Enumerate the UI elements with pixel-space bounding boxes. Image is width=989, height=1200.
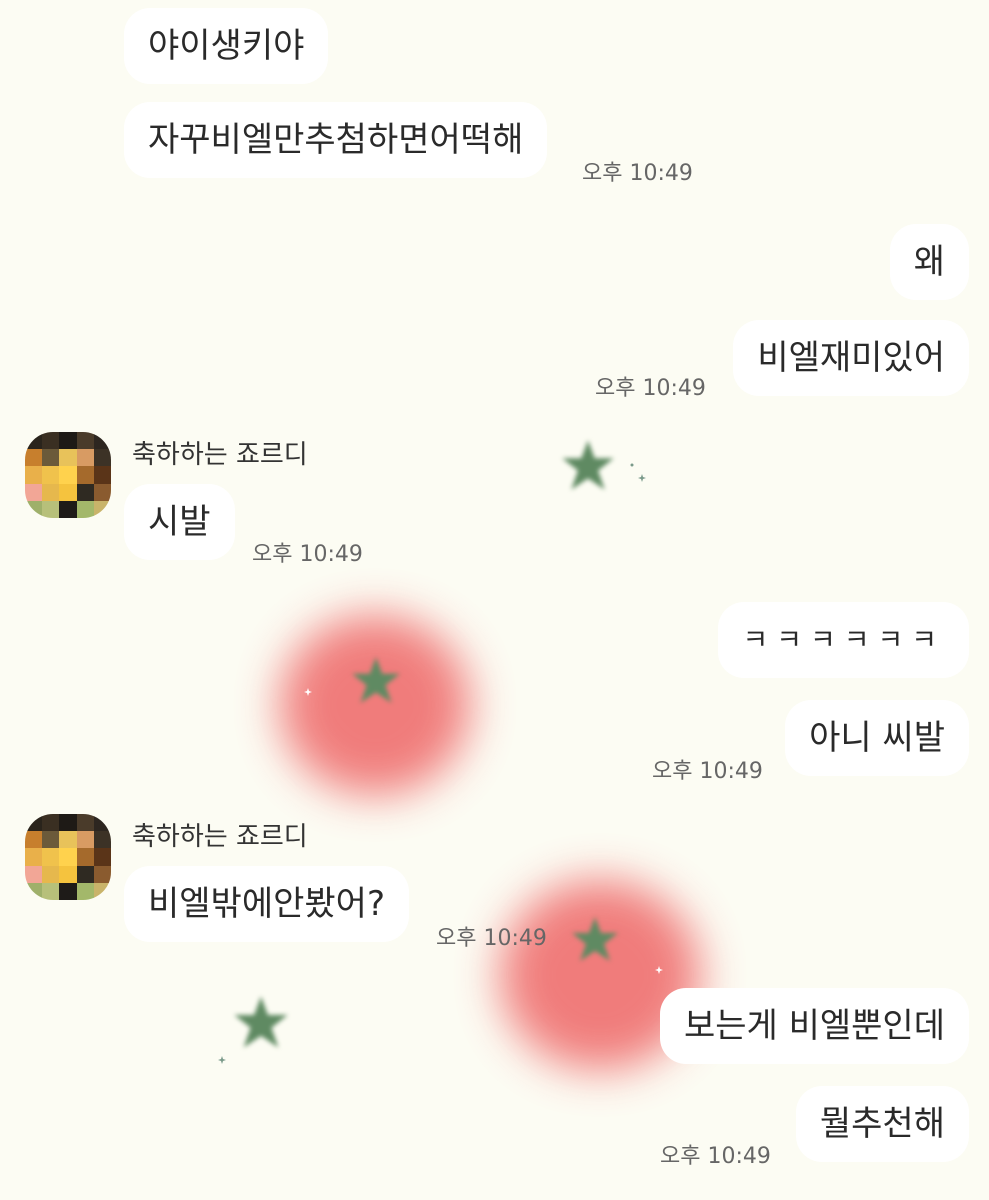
sender-name: 축하하는 죠르디 [132, 822, 308, 852]
message-bubble-outgoing[interactable]: ㅋㅋㅋㅋㅋㅋ [718, 602, 969, 678]
star-icon [572, 917, 618, 961]
sparkle-icon [630, 463, 634, 467]
sparkle-icon [655, 966, 663, 974]
message-bubble-outgoing[interactable]: 뭘추천해 [795, 1086, 969, 1162]
star-icon [352, 657, 400, 703]
message-timestamp: 오후 10:49 [660, 1144, 771, 1169]
message-bubble-incoming[interactable]: 야이생키야 [124, 8, 329, 84]
message-bubble-outgoing[interactable]: 왜 [889, 224, 969, 300]
sender-avatar[interactable] [25, 432, 111, 518]
message-timestamp: 오후 10:49 [595, 376, 706, 401]
sender-avatar[interactable] [25, 814, 111, 900]
star-icon [234, 996, 288, 1048]
red-blob-left [280, 615, 470, 795]
message-timestamp: 오후 10:49 [252, 542, 363, 567]
sender-name: 축하하는 죠르디 [132, 440, 308, 470]
message-timestamp: 오후 10:49 [582, 161, 693, 186]
star-icon [562, 440, 614, 490]
message-bubble-outgoing[interactable]: 보는게 비엘뿐인데 [659, 988, 969, 1064]
message-bubble-outgoing[interactable]: 아니 씨발 [785, 700, 969, 776]
chat-screen: 야이생키야 자꾸비엘만추첨하면어떡해 오후 10:49 왜 비엘재미있어 오후 … [0, 0, 989, 1200]
sparkle-icon [304, 688, 312, 696]
sparkle-icon [218, 1056, 226, 1064]
sparkle-icon [638, 474, 646, 482]
message-bubble-incoming[interactable]: 비엘밖에안봤어? [124, 866, 410, 942]
message-bubble-outgoing[interactable]: 비엘재미있어 [733, 320, 969, 396]
message-bubble-incoming[interactable]: 시발 [124, 484, 235, 560]
message-bubble-incoming[interactable]: 자꾸비엘만추첨하면어떡해 [124, 102, 548, 178]
message-timestamp: 오후 10:49 [436, 926, 547, 951]
message-timestamp: 오후 10:49 [652, 759, 763, 784]
